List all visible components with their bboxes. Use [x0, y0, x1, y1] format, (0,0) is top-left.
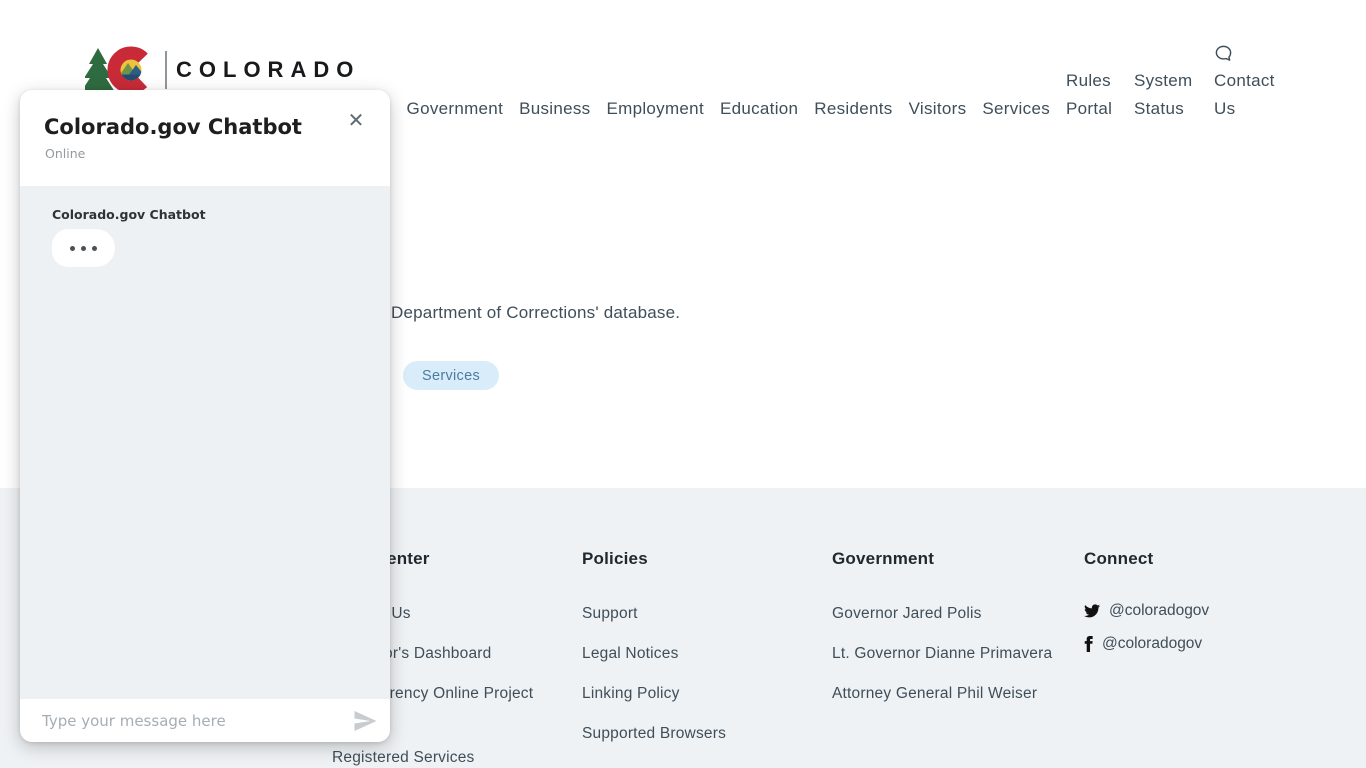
footer-link-attorney-general[interactable]: Attorney General Phil Weiser	[832, 682, 1067, 706]
logo-text: COLORADO	[176, 57, 360, 83]
nav-item-visitors[interactable]: Visitors	[909, 95, 967, 123]
facebook-link[interactable]: @coloradogov	[1084, 635, 1304, 653]
chatbot-input-bar	[20, 699, 390, 742]
chatbot-message-area: Colorado.gov Chatbot	[20, 186, 390, 699]
chat-bubble-icon	[1214, 44, 1233, 63]
chatbot-message-input[interactable]	[20, 712, 340, 730]
nav-item-services[interactable]: Services	[982, 95, 1050, 123]
footer-link-legal-notices[interactable]: Legal Notices	[582, 642, 817, 666]
footer-link-supported-browsers[interactable]: Supported Browsers	[582, 722, 817, 746]
page: COLORADO Government Business Employment …	[0, 0, 1366, 768]
chatbot-header: Colorado.gov Chatbot Online ✕	[20, 90, 390, 186]
colorado-flag-icon	[85, 44, 165, 96]
nav-item-education[interactable]: Education	[720, 95, 798, 123]
nav-item-employment[interactable]: Employment	[606, 95, 703, 123]
footer-link-lt-governor[interactable]: Lt. Governor Dianne Primavera	[832, 642, 1067, 666]
nav-item-government[interactable]: Government	[407, 95, 504, 123]
typing-dot	[92, 246, 97, 251]
twitter-link[interactable]: @coloradogov	[1084, 602, 1304, 620]
footer-link-linking-policy[interactable]: Linking Policy	[582, 682, 817, 706]
send-message-button[interactable]	[340, 699, 390, 742]
footer-column-connect: Connect @coloradogov @coloradogov	[1084, 549, 1304, 668]
footer-link-support[interactable]: Support	[582, 602, 817, 626]
twitter-icon	[1084, 604, 1100, 618]
nav-item-rules-portal[interactable]: Rules Portal	[1066, 67, 1118, 123]
footer-link-governor[interactable]: Governor Jared Polis	[832, 602, 1067, 626]
nav-item-business[interactable]: Business	[519, 95, 590, 123]
typing-dot	[81, 246, 86, 251]
top-nav: Government Business Employment Education…	[407, 44, 1280, 123]
nav-item-system-status[interactable]: System Status	[1134, 67, 1198, 123]
nav-item-residents[interactable]: Residents	[814, 95, 892, 123]
logo-divider	[165, 51, 167, 89]
nav-item-contact-us[interactable]: Contact Us	[1214, 44, 1280, 123]
footer-heading-connect: Connect	[1084, 549, 1304, 569]
send-icon	[353, 710, 378, 732]
footer-column-policies: Policies Support Legal Notices Linking P…	[582, 549, 817, 762]
footer-column-government: Government Governor Jared Polis Lt. Gove…	[832, 549, 1067, 722]
nav-item-contact-us-label: Contact Us	[1214, 67, 1280, 123]
chatbot-status: Online	[45, 146, 85, 161]
facebook-icon	[1084, 636, 1093, 652]
footer-link-registered-services[interactable]: Registered Services	[332, 746, 567, 768]
chatbot-close-icon[interactable]: ✕	[342, 106, 370, 134]
typing-dot	[70, 246, 75, 251]
page-description: Department of Corrections' database.	[391, 303, 680, 323]
chatbot-message-sender: Colorado.gov Chatbot	[52, 207, 206, 222]
services-tag[interactable]: Services	[403, 361, 499, 390]
chatbot-title: Colorado.gov Chatbot	[44, 115, 302, 139]
facebook-handle: @coloradogov	[1102, 635, 1202, 653]
twitter-handle: @coloradogov	[1109, 602, 1209, 620]
footer-heading-policies: Policies	[582, 549, 817, 569]
footer-heading-government: Government	[832, 549, 1067, 569]
typing-indicator-bubble	[52, 229, 115, 267]
colorado-logo[interactable]: COLORADO	[85, 44, 360, 96]
chatbot-panel: Colorado.gov Chatbot Online ✕ Colorado.g…	[20, 90, 390, 742]
